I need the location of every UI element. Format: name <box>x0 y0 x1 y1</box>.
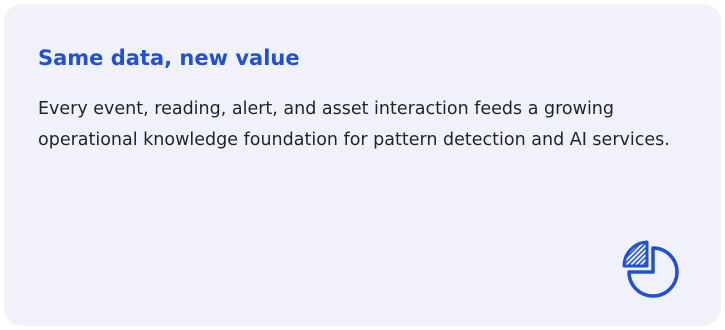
card-title: Same data, new value <box>38 46 300 70</box>
card-description: Every event, reading, alert, and asset i… <box>38 99 670 150</box>
pie-chart-icon <box>622 240 679 298</box>
feature-card: Same data, new value Every event, readin… <box>4 4 721 326</box>
